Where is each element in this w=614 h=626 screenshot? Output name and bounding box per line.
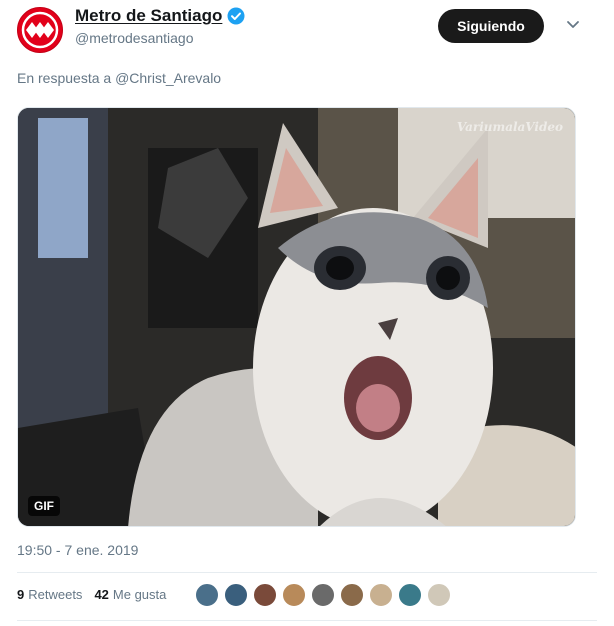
liker-avatar[interactable] [253,583,277,607]
following-button[interactable]: Siguiendo [438,9,544,43]
cat-gif-image [18,108,575,526]
liker-avatar[interactable] [311,583,335,607]
author-display-name[interactable]: Metro de Santiago [75,6,222,26]
gif-media[interactable]: VariumalaVideo GIF [17,107,576,527]
author-name-row: Metro de Santiago [75,6,245,26]
reply-context: En respuesta a @Christ_Arevalo [17,70,221,86]
tweet-header: Metro de Santiago @metrodesantiago Sigui… [17,6,597,53]
liker-avatar[interactable] [427,583,451,607]
verified-badge-icon [227,7,245,25]
retweets-count: 9 [17,587,25,602]
tweet-timestamp[interactable]: 19:50 - 7 ene. 2019 [17,542,138,558]
liker-avatar[interactable] [195,583,219,607]
liker-avatar[interactable] [398,583,422,607]
retweets-stat[interactable]: 9 Retweets [17,587,82,602]
gif-badge: GIF [28,496,60,516]
likes-stat[interactable]: 42 Me gusta [94,587,166,602]
reply-prefix: En respuesta a [17,70,112,86]
liker-avatar[interactable] [369,583,393,607]
liker-avatar[interactable] [224,583,248,607]
video-watermark: VariumalaVideo [456,120,563,134]
author-handle[interactable]: @metrodesantiago [75,30,194,46]
stats-bottom-divider [17,620,597,621]
liker-avatar[interactable] [340,583,364,607]
reply-mention-link[interactable]: @Christ_Arevalo [115,70,221,86]
liker-avatar[interactable] [282,583,306,607]
metro-logo-icon[interactable] [17,7,63,53]
likes-label: Me gusta [112,587,167,602]
engagement-stats: 9 Retweets 42 Me gusta [17,587,178,602]
liker-avatars [195,583,456,607]
stats-top-divider [17,572,597,573]
retweets-label: Retweets [28,587,83,602]
chevron-down-icon[interactable] [565,16,581,32]
likes-count: 42 [94,587,109,602]
